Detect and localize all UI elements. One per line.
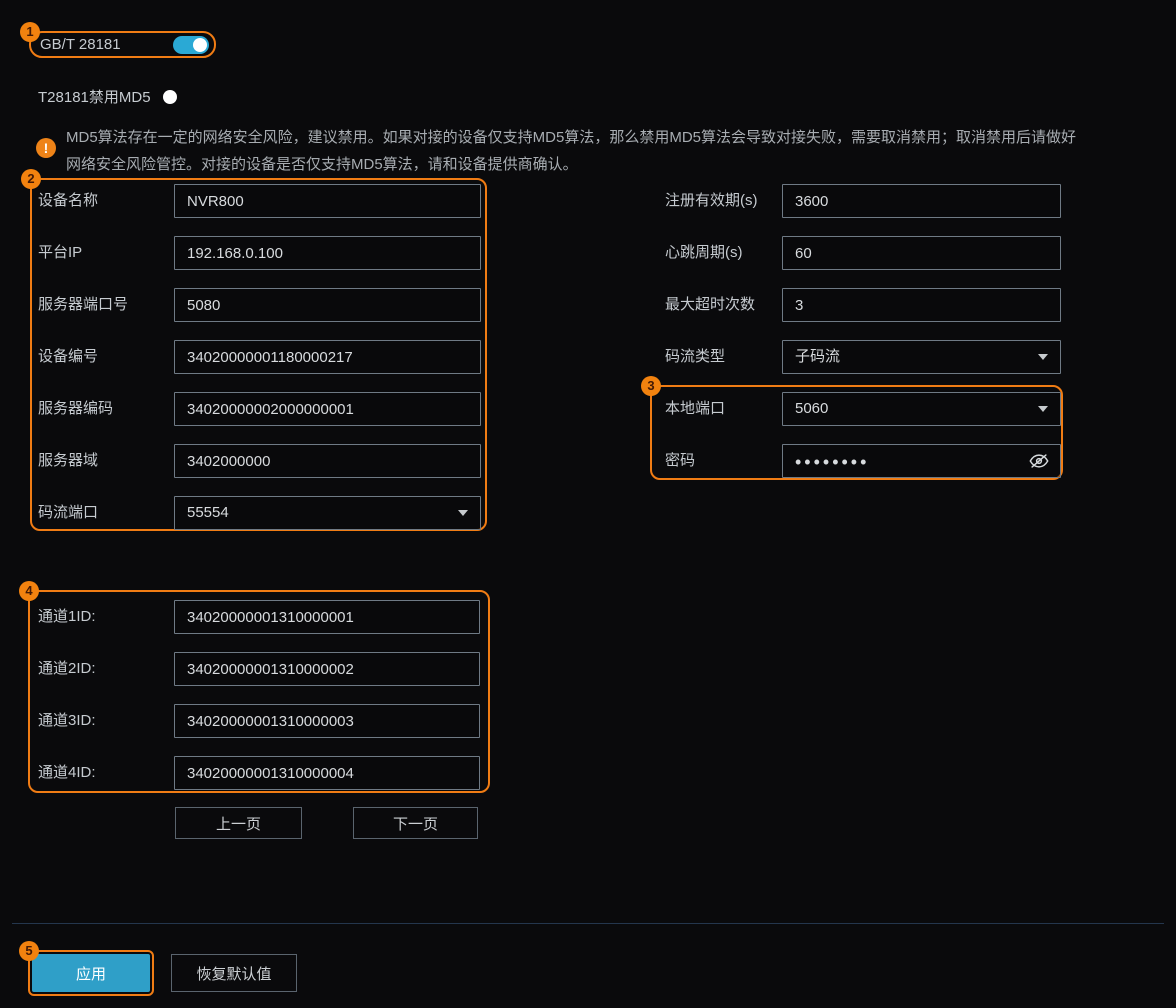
annotation-badge-5: 5 xyxy=(19,941,39,961)
platform-ip-label: 平台IP xyxy=(38,236,82,270)
local-port-select[interactable]: 5060 xyxy=(782,392,1061,426)
register-validity-label: 注册有效期(s) xyxy=(665,184,758,218)
password-label: 密码 xyxy=(665,444,695,478)
restore-defaults-button[interactable]: 恢复默认值 xyxy=(171,954,297,992)
toggle-knob xyxy=(193,38,207,52)
server-code-label: 服务器编码 xyxy=(38,392,113,426)
register-validity-input[interactable] xyxy=(782,184,1061,218)
stream-type-value: 子码流 xyxy=(795,341,840,373)
stream-type-select[interactable]: 子码流 xyxy=(782,340,1061,374)
password-field[interactable]: •••••••• xyxy=(782,444,1061,478)
restore-defaults-label: 恢复默认值 xyxy=(196,963,271,984)
channel-4-id-input[interactable] xyxy=(174,756,480,790)
gbt28181-label: GB/T 28181 xyxy=(40,33,121,56)
gbt28181-settings-page: 1 GB/T 28181 T28181禁用MD5 ! MD5算法存在一定的网络安… xyxy=(0,0,1176,1008)
annotated-region-platform-settings: 2 设备名称 平台IP 服务器端口号 设备编号 服务器编码 服务器域 码流端口 … xyxy=(30,178,487,531)
annotated-region-local-port: 3 本地端口 5060 密码 •••••••• xyxy=(650,385,1063,480)
server-port-label: 服务器端口号 xyxy=(38,288,128,322)
disable-md5-label: T28181禁用MD5 xyxy=(38,81,151,115)
md5-warning-text: MD5算法存在一定的网络安全风险，建议禁用。如果对接的设备仅支持MD5算法，那么… xyxy=(66,124,1079,178)
heartbeat-period-input[interactable] xyxy=(782,236,1061,270)
channel-3-id-input[interactable] xyxy=(174,704,480,738)
eye-off-icon[interactable] xyxy=(1028,450,1050,472)
local-port-value: 5060 xyxy=(795,393,828,425)
apply-button-label: 应用 xyxy=(76,963,106,984)
annotated-region-gbt28181: 1 GB/T 28181 xyxy=(29,31,216,58)
annotated-region-channel-ids: 4 通道1ID: 通道2ID: 通道3ID: 通道4ID: xyxy=(28,590,490,793)
server-port-input[interactable] xyxy=(174,288,481,322)
stream-port-label: 码流端口 xyxy=(38,496,98,530)
stream-port-select[interactable]: 55554 xyxy=(174,496,481,530)
warning-icon: ! xyxy=(36,138,56,158)
heartbeat-period-label: 心跳周期(s) xyxy=(665,236,743,270)
device-id-label: 设备编号 xyxy=(38,340,98,374)
annotation-badge-1: 1 xyxy=(20,22,40,42)
server-domain-input[interactable] xyxy=(174,444,481,478)
footer-divider xyxy=(12,923,1164,924)
stream-port-value: 55554 xyxy=(187,497,229,529)
platform-ip-input[interactable] xyxy=(174,236,481,270)
next-page-label: 下一页 xyxy=(393,813,438,834)
channel-2-id-label: 通道2ID: xyxy=(38,652,96,686)
chevron-down-icon xyxy=(1038,354,1048,360)
device-id-input[interactable] xyxy=(174,340,481,374)
apply-button[interactable]: 应用 xyxy=(32,954,150,992)
max-timeout-input[interactable] xyxy=(782,288,1061,322)
channel-1-id-label: 通道1ID: xyxy=(38,600,96,634)
server-code-input[interactable] xyxy=(174,392,481,426)
sip-params-section: 注册有效期(s) 心跳周期(s) 最大超时次数 码流类型 子码流 xyxy=(650,178,1063,378)
max-timeout-label: 最大超时次数 xyxy=(665,288,755,322)
annotation-badge-4: 4 xyxy=(19,581,39,601)
password-masked-value: •••••••• xyxy=(795,445,869,478)
channel-4-id-label: 通道4ID: xyxy=(38,756,96,790)
toggle-knob xyxy=(163,90,177,104)
annotation-badge-2: 2 xyxy=(21,169,41,189)
annotated-region-apply: 5 应用 xyxy=(28,950,154,996)
channel-2-id-input[interactable] xyxy=(174,652,480,686)
chevron-down-icon xyxy=(1038,406,1048,412)
next-page-button[interactable]: 下一页 xyxy=(353,807,478,839)
prev-page-button[interactable]: 上一页 xyxy=(175,807,302,839)
channel-3-id-label: 通道3ID: xyxy=(38,704,96,738)
server-domain-label: 服务器域 xyxy=(38,444,98,478)
channel-1-id-input[interactable] xyxy=(174,600,480,634)
gbt28181-toggle[interactable] xyxy=(173,36,209,54)
device-name-input[interactable] xyxy=(174,184,481,218)
prev-page-label: 上一页 xyxy=(216,813,261,834)
stream-type-label: 码流类型 xyxy=(665,340,725,374)
device-name-label: 设备名称 xyxy=(38,184,98,218)
local-port-label: 本地端口 xyxy=(665,392,725,426)
annotation-badge-3: 3 xyxy=(641,376,661,396)
chevron-down-icon xyxy=(458,510,468,516)
